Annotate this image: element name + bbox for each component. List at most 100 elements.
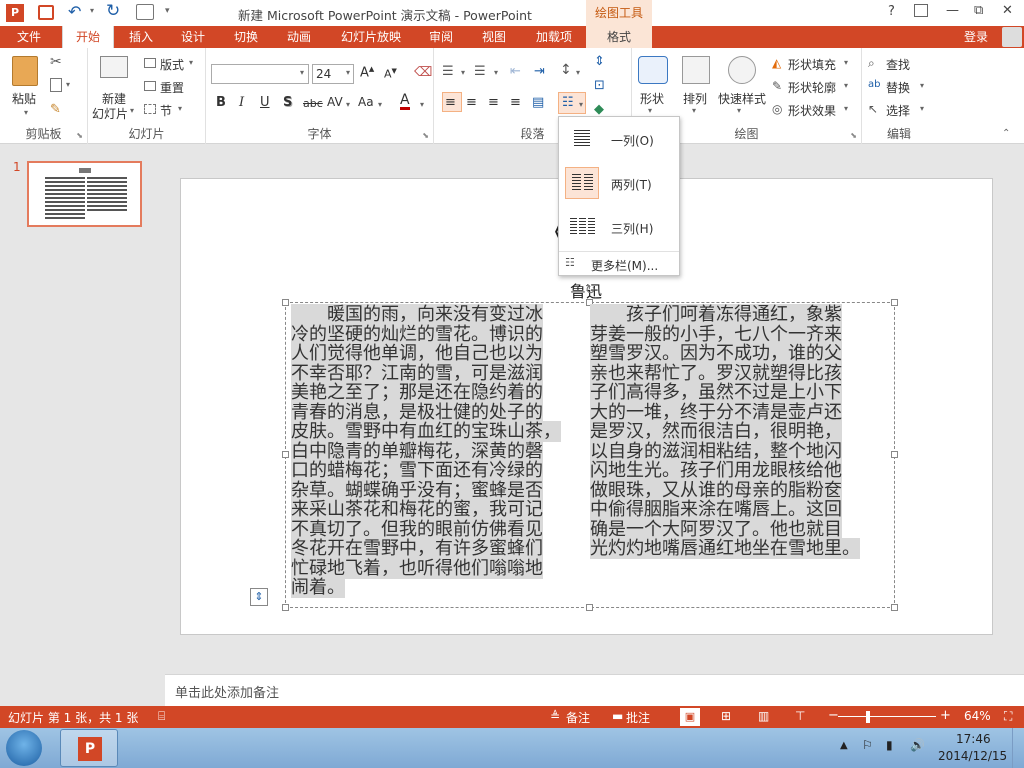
text-direction-icon[interactable]: ⇕	[594, 54, 605, 69]
drawing-launcher-icon[interactable]: ⬊	[850, 131, 857, 140]
cut-icon[interactable]: ✂	[50, 54, 62, 70]
arrange-dropdown-icon[interactable]: ▾	[692, 106, 696, 115]
underline-button[interactable]: U	[260, 95, 270, 110]
font-name-input[interactable]	[211, 64, 309, 84]
font-size-dropdown-icon[interactable]: ▾	[346, 68, 350, 77]
signin-link[interactable]: 登录	[956, 26, 996, 48]
tab-file[interactable]: 文件	[0, 26, 58, 48]
italic-button[interactable]: I	[239, 95, 244, 110]
shrink-font-icon[interactable]: A▼	[384, 67, 397, 81]
resize-handle-sw[interactable]	[282, 604, 289, 611]
ribbon-display-options-icon[interactable]	[914, 4, 928, 17]
zoom-slider-thumb[interactable]	[866, 711, 870, 723]
clear-formatting-icon[interactable]: ⌫	[414, 65, 432, 80]
select-dropdown-icon[interactable]: ▾	[920, 104, 924, 113]
tab-view[interactable]: 视图	[471, 26, 517, 48]
powerpoint-app-icon[interactable]: P	[6, 4, 24, 22]
character-spacing-button[interactable]: AV	[327, 95, 343, 109]
undo-icon[interactable]: ↶	[68, 2, 81, 21]
zoom-slider[interactable]	[838, 716, 936, 717]
change-case-button[interactable]: Aa	[358, 95, 374, 109]
normal-view-icon[interactable]: ▣	[680, 708, 700, 726]
numbering-icon[interactable]: ☰	[474, 64, 486, 79]
volume-icon[interactable]: 🔊	[910, 738, 925, 752]
shape-outline-button[interactable]: 形状轮廓	[788, 79, 836, 96]
shape-effects-button[interactable]: 形状效果	[788, 102, 836, 119]
distributed-icon[interactable]: ▤	[532, 95, 544, 110]
slide-sorter-icon[interactable]: ⊞	[721, 709, 731, 723]
undo-dropdown-icon[interactable]: ▾	[90, 6, 94, 15]
shapes-icon[interactable]	[638, 56, 668, 84]
strikethrough-button[interactable]: abc	[303, 97, 323, 110]
paste-dropdown-icon[interactable]: ▾	[24, 108, 28, 117]
layout-button[interactable]: 版式	[160, 56, 184, 73]
notes-placeholder[interactable]: 单击此处添加备注	[175, 682, 279, 701]
tab-review[interactable]: 审阅	[418, 26, 464, 48]
clock-time[interactable]: 17:46	[956, 732, 991, 746]
tab-slideshow[interactable]: 幻灯片放映	[334, 26, 408, 48]
powerpoint-taskbar-button[interactable]: P	[60, 729, 118, 767]
decrease-indent-icon[interactable]: ⇤	[510, 64, 521, 79]
columns-option-three[interactable]: 三列(H)	[559, 205, 679, 249]
collapse-ribbon-icon[interactable]: ⌃	[1002, 128, 1010, 139]
network-icon[interactable]: ▮	[886, 738, 893, 752]
font-color-dropdown-icon[interactable]: ▾	[420, 100, 424, 109]
copy-icon[interactable]	[50, 78, 62, 92]
redo-icon[interactable]: ↻	[106, 1, 120, 21]
zoom-in-button[interactable]: +	[940, 708, 951, 723]
smartart-icon[interactable]: ◆	[594, 102, 604, 117]
tab-addins[interactable]: 加载项	[528, 26, 580, 48]
line-spacing-dropdown-icon[interactable]: ▾	[576, 68, 580, 77]
change-case-dropdown-icon[interactable]: ▾	[378, 100, 382, 109]
save-icon[interactable]	[38, 5, 54, 20]
reset-button[interactable]: 重置	[160, 79, 184, 96]
resize-handle-w[interactable]	[282, 451, 289, 458]
resize-handle-s[interactable]	[586, 604, 593, 611]
zoom-level[interactable]: 64%	[964, 709, 991, 723]
text-column-left[interactable]: 暖国的雨，向来没有变过冰 冷的坚硬的灿烂的雪花。博识的 人们觉得他单调，他自己也…	[291, 304, 581, 598]
section-dropdown-icon[interactable]: ▾	[178, 104, 182, 113]
shapes-button[interactable]: 形状	[640, 90, 664, 107]
replace-button[interactable]: 替换	[886, 79, 910, 96]
tab-insert[interactable]: 插入	[118, 26, 164, 48]
columns-option-two[interactable]: 两列(T)	[559, 161, 679, 205]
quick-styles-icon[interactable]	[728, 56, 756, 84]
align-text-icon[interactable]: ⊡	[594, 78, 605, 93]
quick-styles-button[interactable]: 快速样式	[718, 90, 766, 107]
paste-button[interactable]: 粘贴	[12, 90, 36, 107]
shape-fill-dropdown-icon[interactable]: ▾	[844, 58, 848, 67]
show-hidden-icons-icon[interactable]: ▲	[840, 740, 848, 751]
resize-handle-ne[interactable]	[891, 299, 898, 306]
shadow-button[interactable]: S	[283, 95, 292, 110]
arrange-button[interactable]: 排列	[683, 90, 707, 107]
font-name-dropdown-icon[interactable]: ▾	[300, 68, 304, 77]
fit-to-window-icon[interactable]: ⛶	[1004, 709, 1012, 724]
find-button[interactable]: 查找	[886, 56, 910, 73]
avatar[interactable]	[1002, 27, 1022, 47]
autofit-options-icon[interactable]: ⇕	[250, 588, 268, 606]
paste-icon[interactable]	[12, 56, 38, 86]
section-button[interactable]: 节	[160, 102, 172, 119]
columns-option-one[interactable]: 一列(O)	[559, 117, 679, 161]
shape-fill-button[interactable]: 形状填充	[788, 56, 836, 73]
bullets-icon[interactable]: ☰	[442, 64, 454, 79]
action-center-icon[interactable]: ⚐	[862, 738, 873, 752]
replace-dropdown-icon[interactable]: ▾	[920, 81, 924, 90]
shape-effects-dropdown-icon[interactable]: ▾	[844, 104, 848, 113]
minimize-button[interactable]: —	[946, 3, 959, 18]
spell-check-icon[interactable]: ⌸	[158, 709, 165, 724]
format-painter-icon[interactable]: ✎	[50, 102, 61, 117]
align-right-icon[interactable]: ≡	[488, 95, 499, 110]
resize-handle-se[interactable]	[891, 604, 898, 611]
shapes-dropdown-icon[interactable]: ▾	[648, 106, 652, 115]
shape-outline-dropdown-icon[interactable]: ▾	[844, 81, 848, 90]
align-center-icon[interactable]: ≡	[466, 95, 477, 110]
columns-option-more[interactable]: ☷ 更多栏(M)...	[559, 253, 679, 275]
increase-indent-icon[interactable]: ⇥	[534, 64, 545, 79]
tab-design[interactable]: 设计	[170, 26, 216, 48]
justify-icon[interactable]: ≡	[510, 95, 521, 110]
new-slide-dropdown-icon[interactable]: ▾	[130, 106, 134, 115]
copy-dropdown-icon[interactable]: ▾	[66, 80, 70, 89]
comments-button[interactable]: 批注	[626, 709, 650, 726]
new-slide-label[interactable]: 幻灯片	[92, 105, 128, 122]
